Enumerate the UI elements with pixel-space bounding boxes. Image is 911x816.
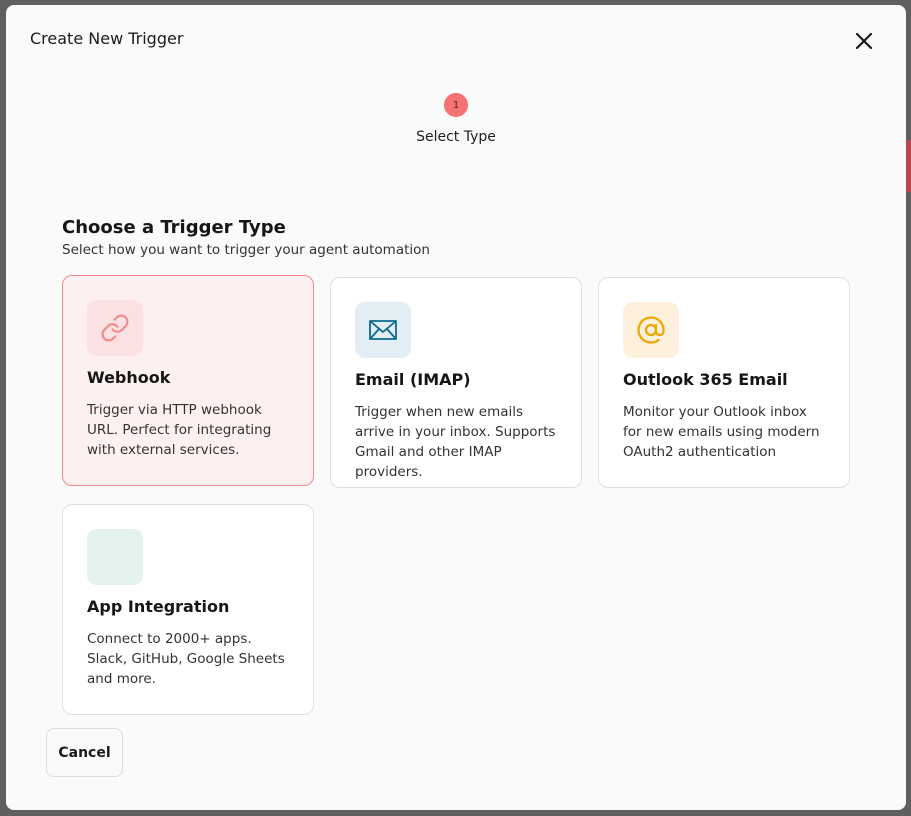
envelope-icon	[369, 320, 397, 340]
section-subtitle: Select how you want to trigger your agen…	[62, 242, 430, 258]
at-sign-icon	[637, 316, 665, 344]
trigger-card-description: Trigger when new emails arrive in your i…	[355, 404, 556, 480]
trigger-card-webhook[interactable]: Webhook Trigger via HTTP webhook URL. Pe…	[62, 275, 314, 486]
app-integration-icon	[87, 529, 143, 585]
trigger-card-title: Webhook	[87, 368, 171, 387]
trigger-card-description: Connect to 2000+ apps. Slack, GitHub, Go…	[87, 631, 285, 687]
step-number-badge: 1	[444, 93, 468, 117]
create-trigger-dialog: Create New Trigger 1 Select Type Choose …	[6, 5, 906, 810]
trigger-card-app-integration[interactable]: App Integration Connect to 2000+ apps. S…	[62, 504, 314, 715]
email-icon-tile	[355, 302, 411, 358]
trigger-card-outlook[interactable]: Outlook 365 Email Monitor your Outlook i…	[598, 277, 850, 488]
step-label: Select Type	[416, 129, 496, 145]
dialog-title: Create New Trigger	[30, 29, 184, 48]
close-icon	[855, 32, 873, 50]
trigger-card-title: Email (IMAP)	[355, 370, 471, 389]
trigger-card-title: App Integration	[87, 597, 230, 616]
link-icon	[101, 314, 129, 342]
stepper: 1 Select Type	[6, 93, 906, 145]
close-button[interactable]	[852, 29, 876, 53]
webhook-icon-tile	[87, 300, 143, 356]
trigger-card-description: Trigger via HTTP webhook URL. Perfect fo…	[87, 402, 272, 458]
trigger-card-title: Outlook 365 Email	[623, 370, 788, 389]
outlook-icon-tile	[623, 302, 679, 358]
trigger-card-description: Monitor your Outlook inbox for new email…	[623, 404, 820, 460]
section-title: Choose a Trigger Type	[62, 217, 286, 238]
trigger-card-email-imap[interactable]: Email (IMAP) Trigger when new emails arr…	[330, 277, 582, 488]
cancel-button[interactable]: Cancel	[46, 728, 123, 777]
